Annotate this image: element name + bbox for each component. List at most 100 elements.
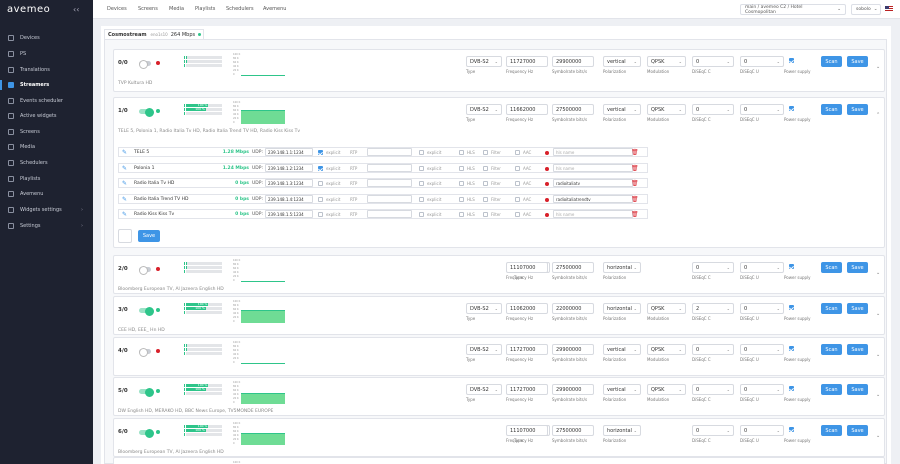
modulation-select[interactable]: QPSK ⌄ <box>647 303 686 314</box>
symbolrate-input[interactable]: 27500000 <box>552 104 594 115</box>
symbolrate-input[interactable]: 22000000 <box>552 303 594 314</box>
rtp-explicit-checkbox[interactable] <box>419 150 424 155</box>
save-button[interactable]: Save <box>847 56 868 67</box>
scan-button[interactable]: Scan <box>821 303 842 314</box>
sidebar-item-events-scheduler[interactable]: Events scheduler <box>0 95 93 107</box>
rtp-explicit-checkbox[interactable] <box>419 212 424 217</box>
modulation-select[interactable]: QPSK ⌄ <box>647 344 686 355</box>
trash-icon[interactable]: 🗑 <box>631 165 639 172</box>
explicit-checkbox[interactable] <box>318 212 323 217</box>
modulation-select[interactable]: QPSK ⌄ <box>647 56 686 67</box>
polarization-select[interactable]: vertical ⌄ <box>603 56 641 67</box>
sidebar-item-widgets-settings[interactable]: Widgets settings › <box>0 204 93 216</box>
power-supply-checkbox[interactable] <box>789 346 794 351</box>
type-select[interactable]: DVB-S2 ⌄ <box>466 303 502 314</box>
rtp-input[interactable] <box>367 148 412 156</box>
polarization-select[interactable]: vertical ⌄ <box>603 344 641 355</box>
diseqc-u-select[interactable]: 0 ⌄ <box>740 262 784 273</box>
aac-checkbox[interactable] <box>515 212 520 217</box>
diseqc-c-select[interactable]: 0 ⌄ <box>692 384 734 395</box>
aac-checkbox[interactable] <box>515 181 520 186</box>
sidebar-item-devices[interactable]: Devices <box>0 32 93 44</box>
user-select[interactable]: sobolo ⌄ <box>851 4 881 15</box>
frequency-input[interactable]: 11662000 <box>506 104 548 115</box>
aac-checkbox[interactable] <box>515 166 520 171</box>
pencil-icon[interactable]: ✎ <box>122 196 127 203</box>
expand-chevron-icon[interactable]: ⌄ <box>876 392 880 398</box>
tuner-toggle[interactable] <box>139 388 154 397</box>
filter-checkbox[interactable] <box>483 181 488 186</box>
polarization-select[interactable]: horizontal ⌄ <box>603 303 641 314</box>
sidebar-item-playlists[interactable]: Playlists <box>0 173 93 185</box>
polarization-select[interactable]: vertical ⌄ <box>603 384 641 395</box>
expand-chevron-icon[interactable]: ⌄ <box>876 270 880 276</box>
topnav-schedulers[interactable]: Schedulers <box>226 6 254 12</box>
frequency-input[interactable]: 11727000 <box>506 384 548 395</box>
symbolrate-input[interactable]: 27500000 <box>552 262 594 273</box>
diseqc-u-select[interactable]: 0 ⌄ <box>740 384 784 395</box>
flag-icon[interactable] <box>885 6 893 12</box>
filter-checkbox[interactable] <box>483 150 488 155</box>
diseqc-u-select[interactable]: 0 ⌄ <box>740 344 784 355</box>
power-supply-checkbox[interactable] <box>789 106 794 111</box>
pencil-icon[interactable]: ✎ <box>122 211 127 218</box>
rtp-input[interactable] <box>367 210 412 218</box>
sidebar-item-ps[interactable]: PS <box>0 48 93 60</box>
save-button[interactable]: Save <box>847 384 868 395</box>
expand-chevron-icon[interactable]: ⌄ <box>876 433 880 439</box>
tuner-toggle[interactable] <box>139 108 154 117</box>
tuner-toggle[interactable] <box>139 60 151 69</box>
rtp-explicit-checkbox[interactable] <box>419 166 424 171</box>
topnav-avemenu[interactable]: Avemenu <box>263 6 286 12</box>
udp-address-input[interactable]: 239.148.1.3:1234 <box>265 179 313 187</box>
diseqc-c-select[interactable]: 0 ⌄ <box>692 56 734 67</box>
topnav-devices[interactable]: Devices <box>107 6 127 12</box>
save-button[interactable]: Save <box>847 104 868 115</box>
frequency-input[interactable]: 11062000 <box>506 303 548 314</box>
type-select[interactable]: DVB-S2 ⌄ <box>466 344 502 355</box>
topnav-media[interactable]: Media <box>169 6 184 12</box>
power-supply-checkbox[interactable] <box>789 58 794 63</box>
diseqc-c-select[interactable]: 0 ⌄ <box>692 262 734 273</box>
udp-address-input[interactable]: 239.148.1.5:1234 <box>265 210 313 218</box>
sidebar-item-streamers[interactable]: Streamers <box>0 79 93 91</box>
pencil-icon[interactable]: ✎ <box>122 149 127 156</box>
udp-address-input[interactable]: 239.148.1.1:1234 <box>265 148 313 156</box>
rtp-input[interactable] <box>367 164 412 172</box>
scan-button[interactable]: Scan <box>821 425 842 436</box>
symbolrate-input[interactable]: 29900000 <box>552 56 594 67</box>
topnav-playlists[interactable]: Playlists <box>195 6 215 12</box>
expand-chevron-icon[interactable]: ⌄ <box>876 64 880 70</box>
expand-chevron-icon[interactable]: ⌄ <box>876 352 880 358</box>
diseqc-c-select[interactable]: 2 ⌄ <box>692 303 734 314</box>
rtp-input[interactable] <box>367 179 412 187</box>
filter-checkbox[interactable] <box>483 197 488 202</box>
trash-icon[interactable]: 🗑 <box>631 211 639 218</box>
modulation-select[interactable]: QPSK ⌄ <box>647 104 686 115</box>
save-button[interactable]: Save <box>847 425 868 436</box>
add-stream-button[interactable] <box>118 229 132 243</box>
tuner-toggle[interactable] <box>139 429 154 438</box>
hls-checkbox[interactable] <box>459 150 464 155</box>
tuner-toggle[interactable] <box>139 266 151 275</box>
pencil-icon[interactable]: ✎ <box>122 180 127 187</box>
modulation-select[interactable]: QPSK ⌄ <box>647 384 686 395</box>
power-supply-checkbox[interactable] <box>789 305 794 310</box>
polarization-select[interactable]: horizontal ⌄ <box>603 425 641 436</box>
sidebar-item-schedulers[interactable]: Schedulers <box>0 157 93 169</box>
frequency-input[interactable]: 11727000 <box>506 56 548 67</box>
hls-checkbox[interactable] <box>459 212 464 217</box>
filter-checkbox[interactable] <box>483 212 488 217</box>
polarization-select[interactable]: vertical ⌄ <box>603 104 641 115</box>
scan-button[interactable]: Scan <box>821 262 842 273</box>
hls-name-input[interactable]: radioitaliatrendtv <box>553 195 633 203</box>
rtp-explicit-checkbox[interactable] <box>419 197 424 202</box>
diseqc-c-select[interactable]: 0 ⌄ <box>692 344 734 355</box>
aac-checkbox[interactable] <box>515 150 520 155</box>
save-button[interactable]: Save <box>847 262 868 273</box>
diseqc-u-select[interactable]: 0 ⌄ <box>740 425 784 436</box>
power-supply-checkbox[interactable] <box>789 264 794 269</box>
explicit-checkbox[interactable] <box>318 181 323 186</box>
sidebar-item-settings[interactable]: Settings › <box>0 220 93 232</box>
diseqc-c-select[interactable]: 0 ⌄ <box>692 425 734 436</box>
